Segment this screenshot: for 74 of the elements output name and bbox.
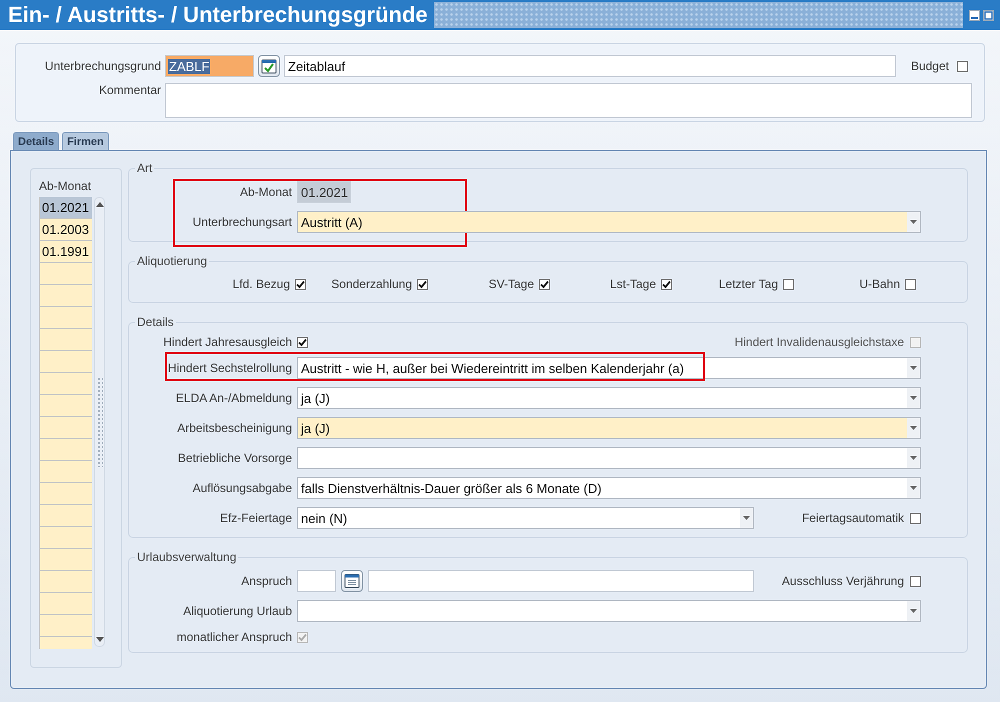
- field-label: Efz-Feiertage: [218, 511, 292, 525]
- section-legend: Details: [135, 315, 176, 329]
- checkbox-label: U-Bahn: [859, 277, 900, 291]
- text-field[interactable]: Zeitablauf: [284, 55, 896, 77]
- field-label: Kommentar: [98, 83, 161, 97]
- field-label: Betriebliche Vorsorge: [176, 451, 292, 465]
- checkbox[interactable]: [661, 278, 672, 290]
- checkbox-label: Letzter Tag: [718, 277, 778, 291]
- field-label: Unterbrechungsart: [192, 215, 292, 229]
- dropdown-field[interactable]: ja (J): [297, 417, 921, 439]
- checkbox-label: Budget: [910, 59, 949, 73]
- checkbox[interactable]: [297, 336, 308, 348]
- checkbox[interactable]: [783, 278, 794, 290]
- dropdown-field[interactable]: [297, 447, 921, 469]
- checkbox-label: Feiertagsautomatik: [802, 511, 904, 525]
- field-label: Aliquotierung Urlaub: [182, 604, 292, 618]
- lookup-button[interactable]: [258, 55, 280, 77]
- scroll-up-icon[interactable]: [96, 202, 104, 207]
- field-label: monatlicher Anspruch: [176, 630, 292, 644]
- checkbox[interactable]: [295, 278, 306, 290]
- scrollbar[interactable]: [94, 197, 105, 647]
- dropdown-arrow-icon: [910, 486, 917, 490]
- amount-field[interactable]: [297, 570, 336, 592]
- field-label: Ab-Monat: [238, 185, 292, 199]
- field-label: Arbeitsbescheinigung: [176, 421, 292, 435]
- list-item[interactable]: 01.2021: [40, 197, 92, 219]
- field-label: Hindert Sechstelrollung: [166, 361, 292, 375]
- checkbox-label: Lst-Tage: [610, 277, 656, 291]
- code-field[interactable]: ZABLF: [165, 55, 254, 77]
- checkbox-label: Hindert Invalidenausgleichstaxe: [734, 335, 904, 349]
- dropdown-field[interactable]: Austritt - wie H, außer bei Wiedereintritt im selben Kalenderjahr (a): [297, 357, 921, 379]
- dropdown-field[interactable]: Austritt (A): [297, 211, 921, 233]
- calendar-button[interactable]: [341, 570, 363, 592]
- dropdown-field[interactable]: [297, 600, 921, 622]
- dropdown-arrow-icon: [910, 456, 917, 460]
- text-field[interactable]: [368, 570, 754, 592]
- section-legend: Aliquotierung: [135, 254, 210, 268]
- dropdown-arrow-icon: [910, 426, 917, 430]
- field-label: ELDA An-/Abmeldung: [174, 391, 292, 405]
- field-label: Anspruch: [240, 574, 292, 588]
- checkbox-label: Lfd. Bezug: [232, 277, 290, 291]
- checkbox[interactable]: [905, 278, 916, 290]
- calendar-icon: [344, 573, 360, 589]
- dropdown-arrow-icon: [910, 220, 917, 224]
- maximize-icon[interactable]: [983, 10, 994, 20]
- checkbox-label: Ausschluss Verjährung: [782, 574, 904, 588]
- scroll-down-icon[interactable]: [96, 637, 104, 642]
- tab[interactable]: Firmen: [62, 132, 109, 150]
- dropdown-arrow-icon: [743, 516, 750, 520]
- checkbox[interactable]: [957, 60, 968, 72]
- calendar-check-icon: [261, 58, 277, 74]
- dropdown-arrow-icon: [910, 396, 917, 400]
- tab[interactable]: Details: [13, 132, 60, 150]
- comment-field[interactable]: [165, 83, 972, 118]
- checkbox-label: Sonderzahlung: [331, 277, 412, 291]
- field-label: Hindert Jahresausgleich: [162, 335, 292, 349]
- field-label: Unterbrechungsgrund: [44, 59, 161, 73]
- field-label: Auflösungsabgabe: [192, 481, 292, 495]
- section-legend: Art: [135, 161, 154, 175]
- checkbox[interactable]: [910, 512, 921, 524]
- checkbox[interactable]: [417, 278, 428, 290]
- checkbox[interactable]: [539, 278, 550, 290]
- dropdown-field[interactable]: nein (N): [297, 507, 754, 529]
- dropdown-arrow-icon: [910, 609, 917, 613]
- dropdown-field[interactable]: falls Dienstverhältnis-Dauer größer als 6 Monate (D): [297, 477, 921, 499]
- checkbox[interactable]: [910, 576, 921, 586]
- window-title: Ein- / Austritts- / Unterbrechungsgründe: [7, 2, 429, 28]
- checkbox-label: SV-Tage: [488, 277, 534, 291]
- dropdown-arrow-icon: [910, 366, 917, 370]
- minimize-icon[interactable]: [969, 10, 980, 20]
- column-header: Ab-Monat: [39, 179, 92, 193]
- dropdown-field[interactable]: ja (J): [297, 387, 921, 409]
- readonly-field: 01.2021: [297, 181, 351, 203]
- section-legend: Urlaubsverwaltung: [135, 550, 238, 564]
